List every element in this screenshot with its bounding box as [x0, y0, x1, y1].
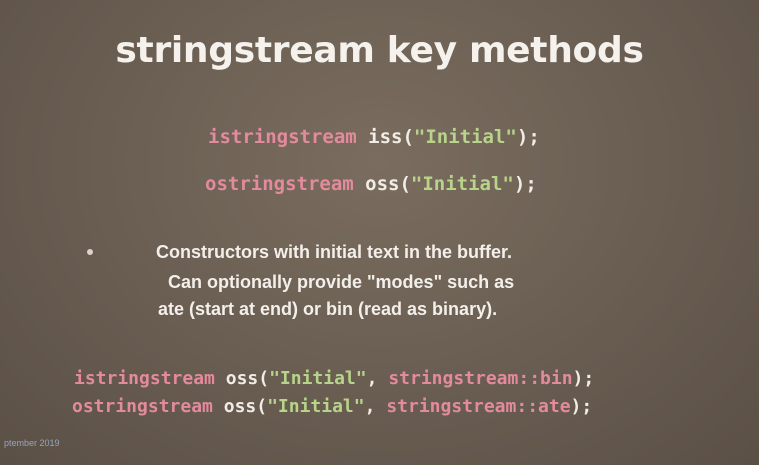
code-type: ostringstream [72, 396, 213, 417]
code-line-ostringstream: ostringstream oss("Initial"); [205, 173, 537, 195]
code-end: ); [513, 173, 537, 195]
code-string: "Initial" [269, 368, 367, 389]
code-call: oss( [212, 396, 268, 417]
bullet-line-3: ate (start at end) or bin (read as binar… [158, 299, 498, 319]
presentation-slide: stringstream key methods istringstream i… [0, 0, 759, 465]
bullet-line-1: Constructors with initial text in the bu… [156, 242, 513, 262]
code-scope: stringstream::ate [386, 396, 571, 417]
slide-title: stringstream key methods [115, 30, 644, 71]
code-end: ); [516, 126, 540, 148]
code-type: istringstream [208, 126, 357, 148]
code-scope: stringstream::bin [388, 368, 573, 389]
code-call: iss( [356, 126, 414, 148]
code-type: istringstream [74, 368, 215, 389]
code-call: oss( [353, 173, 411, 195]
code-sep: , [366, 368, 389, 389]
code-end: ); [570, 396, 593, 417]
code-string: "Initial" [413, 126, 517, 148]
code-line-istringstream: istringstream iss("Initial"); [208, 126, 540, 148]
code-type: ostringstream [205, 173, 354, 195]
code-end: ); [572, 368, 595, 389]
footer-date: ptember 2019 [4, 438, 60, 448]
code-string: "Initial" [267, 396, 365, 417]
code-call: oss( [214, 368, 270, 389]
bullet-line-2: Can optionally provide "modes" such as [168, 272, 515, 292]
code-line-istringstream-bin: istringstream oss("Initial", stringstrea… [74, 368, 594, 389]
code-line-ostringstream-ate: ostringstream oss("Initial", stringstrea… [72, 396, 592, 417]
bullet-icon [87, 249, 93, 255]
code-string: "Initial" [410, 173, 514, 195]
code-sep: , [364, 396, 387, 417]
